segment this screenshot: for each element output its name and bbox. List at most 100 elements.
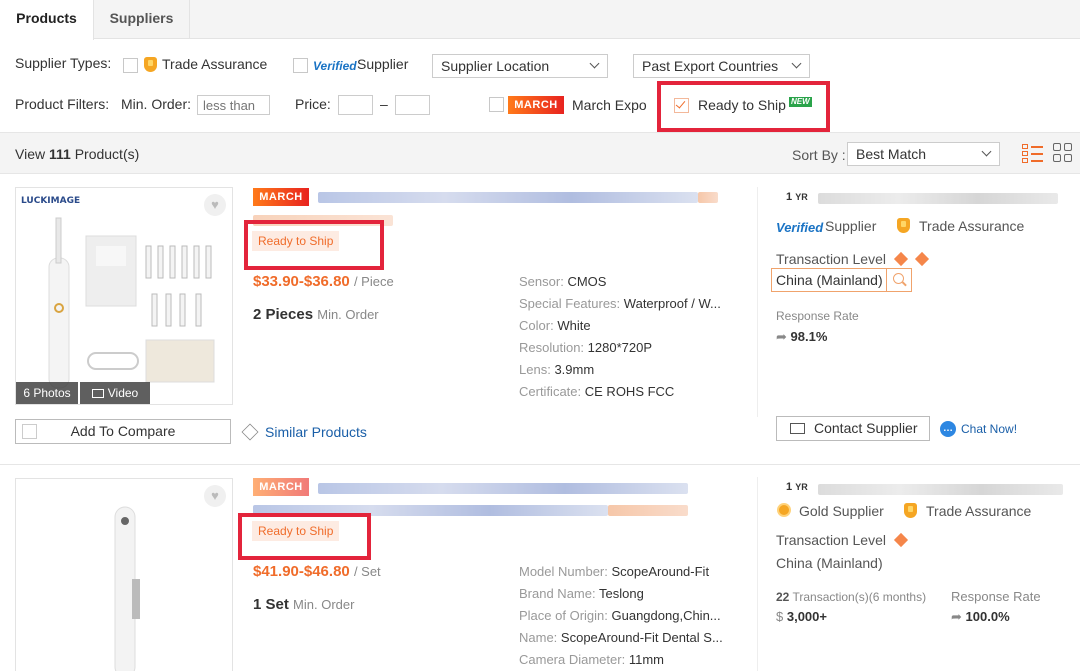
attr-row: Model Number: ScopeAround-Fit xyxy=(519,564,710,579)
highlight-box xyxy=(657,81,830,132)
past-export-value: Past Export Countries xyxy=(642,58,779,74)
trade-assurance-label: Trade Assurance xyxy=(919,218,1025,234)
share-icon: ➦ xyxy=(951,609,962,624)
verified-icon: Verified xyxy=(313,59,357,73)
video-label: Video xyxy=(107,386,139,400)
filter-panel: Supplier Types: Trade Assurance Verified… xyxy=(0,40,1080,132)
price-range: $33.90-$36.80 / Piece xyxy=(253,273,394,290)
moq-value: 2 Pieces xyxy=(253,306,314,323)
response-rate: ➦ 100.0% xyxy=(951,609,1010,625)
price-min-input[interactable] xyxy=(338,95,373,115)
product-title-blurred[interactable] xyxy=(318,192,698,203)
tab-suppliers[interactable]: Suppliers xyxy=(94,0,190,39)
trade-assurance-icon xyxy=(897,218,910,233)
attr-row: Brand Name: Teslong xyxy=(519,586,644,601)
view-label: View xyxy=(15,146,46,162)
min-order-input[interactable] xyxy=(197,95,270,115)
chevron-down-icon xyxy=(589,58,600,69)
price-label: Price: xyxy=(295,96,331,112)
video-tag[interactable]: Video xyxy=(80,382,150,404)
chat-now-link[interactable]: Chat Now! xyxy=(961,422,1017,436)
moq-label: Min. Order xyxy=(293,597,355,612)
response-rate-label: Response Rate xyxy=(951,589,1041,604)
transaction-level-label: Transaction Level xyxy=(776,251,886,267)
product-image[interactable]: LUCKIMAGE ♥ 6 Photos Video xyxy=(15,187,233,405)
supplier-name-blurred[interactable] xyxy=(818,484,1063,495)
past-export-select[interactable]: Past Export Countries xyxy=(633,54,810,78)
supplier-location-value: Supplier Location xyxy=(441,58,550,74)
chat-icon: … xyxy=(940,421,956,437)
add-to-compare-button[interactable]: Add To Compare xyxy=(15,419,231,444)
photos-tag[interactable]: 6 Photos xyxy=(16,382,78,404)
share-icon: ➦ xyxy=(776,329,787,344)
response-rate-value: 98.1% xyxy=(790,329,828,344)
march-expo-checkbox[interactable] xyxy=(489,97,504,112)
supplier-label: Supplier xyxy=(825,218,877,234)
march-badge: MARCH xyxy=(253,478,309,496)
cube-icon xyxy=(241,423,259,441)
product-title-blurred[interactable] xyxy=(318,483,688,494)
sort-select[interactable]: Best Match xyxy=(847,142,1000,166)
title-blur-end xyxy=(608,505,688,516)
video-icon xyxy=(91,389,104,398)
product-filters-label: Product Filters: xyxy=(15,96,110,112)
supplier-types-label: Supplier Types: xyxy=(15,55,112,71)
attr-row: Special Features: Waterproof / W... xyxy=(519,296,721,311)
similar-products-link[interactable]: Similar Products xyxy=(265,424,367,440)
transactions-value: $ 3,000+ xyxy=(776,609,827,624)
sort-value: Best Match xyxy=(856,146,927,162)
price-dash: – xyxy=(380,96,388,112)
attr-row: Certificate: CE ROHS FCC xyxy=(519,384,675,399)
list-view-icon[interactable] xyxy=(1022,143,1044,164)
contact-label: Contact Supplier xyxy=(814,420,918,436)
grid-view-icon[interactable] xyxy=(1053,143,1074,164)
product-illustration xyxy=(48,217,215,389)
results-bar: View 111 Product(s) Sort By : Best Match xyxy=(0,132,1080,174)
mail-icon xyxy=(790,423,805,434)
products-label: Product(s) xyxy=(74,146,140,162)
highlight-box xyxy=(244,220,384,270)
diamond-icon xyxy=(914,251,930,267)
moq-value: 1 Set xyxy=(253,596,289,613)
diamond-icon xyxy=(893,532,909,548)
divider xyxy=(757,477,758,671)
heart-icon[interactable]: ♥ xyxy=(204,485,226,507)
response-rate-value: 100.0% xyxy=(965,609,1010,624)
march-badge: MARCH xyxy=(508,96,564,114)
price-range: $41.90-$46.80 / Set xyxy=(253,563,381,580)
product-image[interactable]: ♥ xyxy=(15,478,233,671)
count-value: 111 xyxy=(48,146,71,162)
supplier-location-select[interactable]: Supplier Location xyxy=(432,54,608,78)
transactions-label: 22 Transaction(s)(6 months) xyxy=(776,590,927,604)
price-unit: / Piece xyxy=(353,274,394,289)
trade-assurance-checkbox[interactable] xyxy=(123,58,138,73)
attr-row: Lens: 3.9mm xyxy=(519,362,595,377)
dollar-icon: $ xyxy=(776,609,784,624)
chevron-down-icon xyxy=(791,58,802,69)
price-max-input[interactable] xyxy=(395,95,430,115)
attr-row: Place of Origin: Guangdong,Chin... xyxy=(519,608,721,623)
trade-assurance-icon xyxy=(904,503,917,518)
trade-assurance-label: Trade Assurance xyxy=(162,56,268,72)
attr-row: Color: White xyxy=(519,318,591,333)
product-card: ♥ MARCH Ready to Ship $41.90-$46.80 / Se… xyxy=(0,465,1080,671)
attr-row: Camera Diameter: 11mm xyxy=(519,652,664,667)
heart-icon[interactable]: ♥ xyxy=(204,194,226,216)
title-blur-end xyxy=(698,192,718,203)
contact-supplier-button[interactable]: Contact Supplier xyxy=(776,416,930,441)
supplier-name-blurred[interactable] xyxy=(818,193,1058,204)
attr-row: Resolution: 1280*720P xyxy=(519,340,653,355)
march-badge: MARCH xyxy=(253,188,309,206)
product-illustration xyxy=(114,506,140,671)
sort-by-label: Sort By : xyxy=(792,147,846,163)
verified-supplier-checkbox[interactable] xyxy=(293,58,308,73)
search-icon[interactable] xyxy=(886,268,912,292)
compare-checkbox[interactable] xyxy=(22,424,37,439)
trade-assurance-label: Trade Assurance xyxy=(926,503,1032,519)
divider xyxy=(757,187,758,417)
transaction-level-label: Transaction Level xyxy=(776,532,886,548)
attr-row: Sensor: CMOS xyxy=(519,274,607,289)
highlight-box xyxy=(238,513,371,560)
tab-products[interactable]: Products xyxy=(0,0,94,40)
verified-supplier-label: Supplier xyxy=(357,56,409,72)
